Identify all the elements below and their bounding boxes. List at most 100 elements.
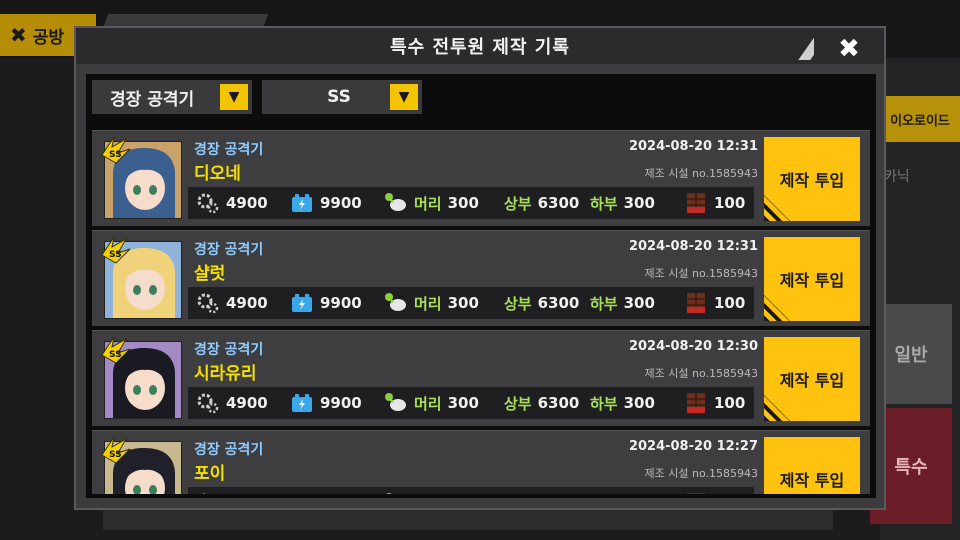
wrench-icon [385, 393, 406, 411]
record-facility: 제조 시설 no.1585943 [644, 167, 758, 180]
chocolate-icon [687, 493, 705, 494]
grade-filter-value: SS [327, 87, 351, 107]
gear-icon [197, 293, 219, 314]
modal-body: 경장 공격기 ▼ SS ▼ SS 경장 공격기 디오네 2024-08-20 1… [86, 74, 876, 498]
craft-record-modal: 특수 전투원 제작 기록 ✖ 경장 공격기 ▼ SS ▼ SS 경장 공격기 디… [74, 26, 886, 510]
nutrient-resource: 9900 [290, 291, 362, 315]
craft-submit-button[interactable]: 제작 투입 [764, 337, 860, 421]
nutrient-resource: 9900 [290, 191, 362, 215]
record-class: 경장 공격기 [194, 142, 264, 158]
upper-part-resource: 상부6300 [504, 394, 580, 413]
record-card: SS 경장 공격기 포이 2024-08-20 12:27 제조 시설 no.1… [92, 430, 870, 494]
type-filter-dropdown[interactable]: 경장 공격기 ▼ [92, 80, 252, 114]
lower-part-resource: 하부300 [590, 394, 655, 413]
token-resource: 100 [684, 291, 745, 315]
resource-bar: 4900 9900 머리300 상부630 [188, 487, 754, 494]
wrench-icon [385, 193, 406, 211]
parts-resource: 4900 [196, 391, 268, 415]
token-resource: 100 [684, 191, 745, 215]
svg-text:SS: SS [109, 250, 122, 260]
record-datetime: 2024-08-20 12:30 [628, 339, 758, 354]
wrench-icon [385, 293, 406, 311]
record-card: SS 경장 공격기 샬럿 2024-08-20 12:31 제조 시설 no.1… [92, 230, 870, 326]
record-datetime: 2024-08-20 12:27 [628, 439, 758, 454]
grade-filter-dropdown[interactable]: SS ▼ [262, 80, 422, 114]
close-icon: ✖ [838, 34, 860, 64]
record-facility: 제조 시설 no.1585943 [644, 267, 758, 280]
nutrient-resource: 9900 [290, 491, 362, 494]
record-character-name: 시라유리 [194, 364, 257, 384]
chocolate-icon [687, 293, 705, 313]
record-card: SS 경장 공격기 시라유리 2024-08-20 12:30 제조 시설 no… [92, 330, 870, 426]
head-part-resource: 머리300 [384, 391, 479, 415]
battery-icon [292, 394, 312, 412]
close-button[interactable]: ✖ [814, 34, 884, 64]
battery-icon [290, 491, 314, 494]
record-class: 경장 공격기 [194, 442, 264, 458]
lower-part-resource: 하부300 [590, 194, 655, 213]
resource-bar: 4900 9900 머리300 상부630 [188, 187, 754, 219]
record-class: 경장 공격기 [194, 242, 264, 258]
upper-part-resource: 상부6300 [504, 491, 579, 494]
craft-submit-button[interactable]: 제작 투입 [764, 137, 860, 221]
modal-title: 특수 전투원 제작 기록 [390, 37, 570, 58]
record-character-name: 디오네 [194, 164, 241, 184]
filter-bar: 경장 공격기 ▼ SS ▼ [92, 80, 422, 114]
dropdown-arrow-icon: ▼ [390, 84, 418, 110]
record-character-name: 샬럿 [194, 264, 226, 284]
record-card: SS 경장 공격기 디오네 2024-08-20 12:31 제조 시설 no.… [92, 130, 870, 226]
gear-icon [202, 493, 208, 494]
head-part-resource: 머리300 [384, 291, 479, 315]
craft-submit-label: 제작 투입 [779, 271, 845, 290]
parts-resource: 4900 [196, 191, 268, 215]
ss-rank-badge-icon: SS [101, 136, 131, 164]
svg-text:SS: SS [109, 450, 122, 460]
ss-rank-badge-icon: SS [101, 336, 131, 364]
dropdown-arrow-icon: ▼ [220, 84, 248, 110]
chocolate-icon [687, 393, 705, 413]
head-part-resource: 머리300 [384, 191, 479, 215]
record-list[interactable]: SS 경장 공격기 디오네 2024-08-20 12:31 제조 시설 no.… [92, 130, 870, 494]
record-class: 경장 공격기 [194, 342, 264, 358]
modal-header: 특수 전투원 제작 기록 ✖ [76, 28, 884, 64]
craft-submit-label: 제작 투입 [779, 171, 845, 190]
wrench-icon [386, 493, 392, 494]
upper-part-resource: 상부6300 [504, 194, 580, 213]
token-resource: 100 [684, 491, 745, 494]
lower-part-resource: 하부300 [590, 491, 655, 494]
gear-icon [197, 393, 219, 414]
gear-icon [197, 193, 219, 214]
upper-part-resource: 상부6300 [504, 294, 580, 313]
head-part-resource: 머리300 [384, 491, 479, 494]
craft-submit-button[interactable]: 제작 투입 [764, 437, 860, 494]
parts-resource: 4900 [196, 491, 268, 494]
back-label: 공방 [32, 27, 65, 48]
resource-bar: 4900 9900 머리300 상부630 [188, 387, 754, 419]
hazard-stripe [764, 395, 790, 421]
side-item[interactable]: 카닉 [880, 158, 960, 192]
background-bottom-bar [103, 510, 833, 530]
ss-rank-badge-icon: SS [101, 236, 131, 264]
craft-submit-label: 제작 투입 [779, 471, 845, 490]
record-character-name: 포이 [194, 464, 226, 484]
parts-resource: 4900 [196, 291, 268, 315]
svg-text:SS: SS [109, 350, 122, 360]
hazard-stripe [764, 195, 790, 221]
type-filter-value: 경장 공격기 [110, 89, 195, 110]
record-facility: 제조 시설 no.1585943 [644, 467, 758, 480]
close-x-icon: ✖ [10, 23, 27, 47]
record-datetime: 2024-08-20 12:31 [628, 139, 758, 154]
record-facility: 제조 시설 no.1585943 [644, 367, 758, 380]
token-resource: 100 [684, 391, 745, 415]
battery-icon [292, 294, 312, 312]
record-datetime: 2024-08-20 12:31 [628, 239, 758, 254]
nutrient-resource: 9900 [290, 391, 362, 415]
craft-submit-button[interactable]: 제작 투입 [764, 237, 860, 321]
resource-bar: 4900 9900 머리300 상부630 [188, 287, 754, 319]
svg-text:SS: SS [109, 150, 122, 160]
lower-part-resource: 하부300 [590, 294, 655, 313]
hazard-stripe [764, 295, 790, 321]
battery-icon [292, 194, 312, 212]
craft-submit-label: 제작 투입 [779, 371, 845, 390]
chocolate-icon [687, 193, 705, 213]
